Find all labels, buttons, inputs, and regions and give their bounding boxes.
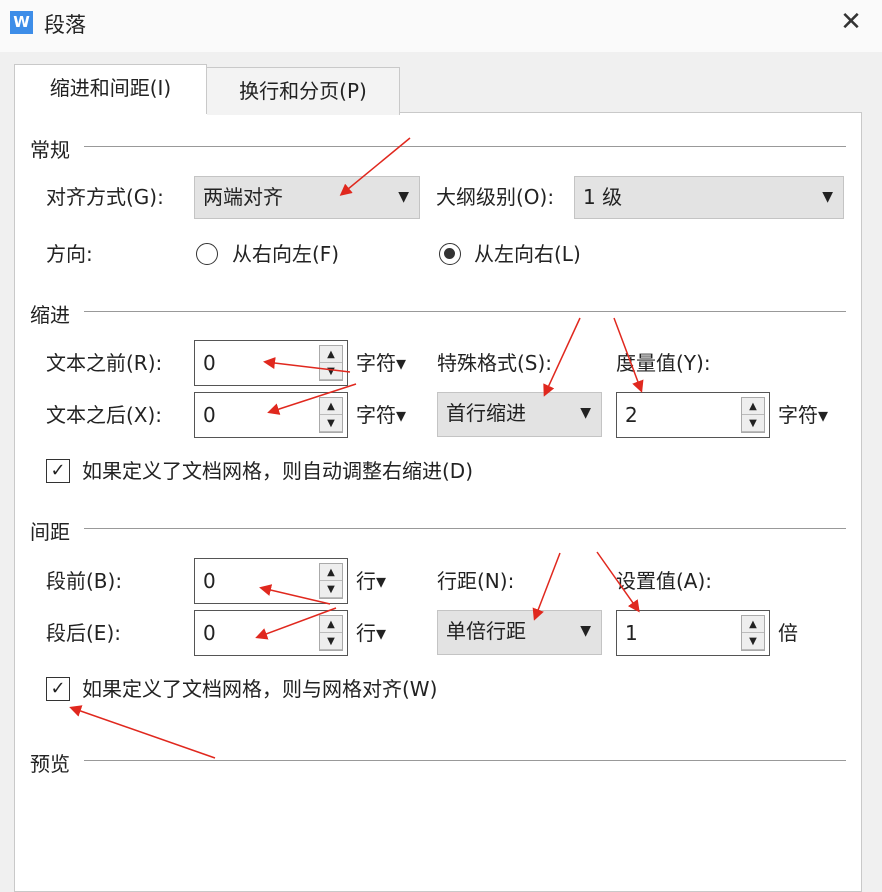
- outline-level-select[interactable]: 1 级 ▼: [574, 176, 844, 219]
- space-before-label: 段前(B):: [46, 569, 122, 593]
- alignment-label: 对齐方式(G):: [46, 185, 164, 209]
- stepper[interactable]: ▲▼: [319, 397, 343, 433]
- section-preview: 预览: [30, 748, 70, 777]
- close-button[interactable]: ✕: [836, 6, 866, 38]
- measure-input[interactable]: 2 ▲▼: [616, 392, 770, 438]
- tab-indent-spacing[interactable]: 缩进和间距(I): [14, 64, 207, 114]
- set-value-input[interactable]: 1 ▲▼: [616, 610, 770, 656]
- special-format-value: 首行缩进: [446, 401, 526, 425]
- indent-before-label: 文本之前(R):: [46, 351, 162, 375]
- space-after-unit[interactable]: 行▾: [356, 621, 386, 645]
- chevron-down-icon: ▼: [822, 177, 833, 218]
- section-indent: 缩进: [30, 299, 70, 328]
- line-spacing-select[interactable]: 单倍行距 ▼: [437, 610, 602, 655]
- chevron-down-icon: ▼: [398, 177, 409, 218]
- set-value-unit: 倍: [778, 621, 798, 645]
- divider: [84, 760, 846, 761]
- down-arrow-icon[interactable]: ▼: [320, 633, 342, 650]
- indent-after-value: 0: [203, 403, 216, 427]
- space-after-value: 0: [203, 621, 216, 645]
- rtl-label[interactable]: 从右向左(F): [232, 242, 339, 266]
- up-arrow-icon[interactable]: ▲: [320, 564, 342, 581]
- indent-after-input[interactable]: 0 ▲▼: [194, 392, 348, 438]
- alignment-select[interactable]: 两端对齐 ▼: [194, 176, 420, 219]
- measure-value: 2: [625, 403, 638, 427]
- down-arrow-icon[interactable]: ▼: [320, 581, 342, 598]
- divider: [84, 311, 846, 312]
- down-arrow-icon[interactable]: ▼: [742, 415, 764, 432]
- line-spacing-label: 行距(N):: [437, 569, 514, 593]
- indent-after-unit[interactable]: 字符▾: [356, 403, 406, 427]
- space-before-unit[interactable]: 行▾: [356, 569, 386, 593]
- down-arrow-icon[interactable]: ▼: [320, 415, 342, 432]
- indent-after-label: 文本之后(X):: [46, 403, 162, 427]
- alignment-value: 两端对齐: [203, 185, 283, 209]
- direction-label: 方向:: [46, 242, 93, 266]
- special-format-select[interactable]: 首行缩进 ▼: [437, 392, 602, 437]
- snap-to-grid-label[interactable]: 如果定义了文档网格，则与网格对齐(W): [82, 677, 437, 701]
- ltr-radio[interactable]: [439, 243, 461, 265]
- divider: [84, 528, 846, 529]
- space-after-input[interactable]: 0 ▲▼: [194, 610, 348, 656]
- section-general: 常规: [30, 134, 70, 163]
- tab-panel: [14, 112, 862, 892]
- indent-before-value: 0: [203, 351, 216, 375]
- wps-app-icon: W: [10, 11, 33, 34]
- special-format-label: 特殊格式(S):: [437, 351, 552, 375]
- down-arrow-icon[interactable]: ▼: [742, 633, 764, 650]
- section-spacing: 间距: [30, 516, 70, 545]
- rtl-radio[interactable]: [196, 243, 218, 265]
- chevron-down-icon: ▼: [580, 611, 591, 652]
- dialog-title: 段落: [44, 9, 86, 39]
- stepper[interactable]: ▲▼: [741, 397, 765, 433]
- chevron-down-icon: ▼: [580, 393, 591, 434]
- title-bar: [0, 0, 882, 52]
- up-arrow-icon[interactable]: ▲: [320, 616, 342, 633]
- set-value-value: 1: [625, 621, 638, 645]
- down-arrow-icon[interactable]: ▼: [320, 363, 342, 380]
- space-before-value: 0: [203, 569, 216, 593]
- auto-right-indent-label[interactable]: 如果定义了文档网格，则自动调整右缩进(D): [82, 459, 473, 483]
- stepper[interactable]: ▲▼: [319, 563, 343, 599]
- line-spacing-value: 单倍行距: [446, 619, 526, 643]
- tab-line-page-breaks[interactable]: 换行和分页(P): [207, 67, 400, 115]
- stepper[interactable]: ▲▼: [319, 615, 343, 651]
- outline-level-value: 1 级: [583, 185, 622, 209]
- measure-unit[interactable]: 字符▾: [778, 403, 828, 427]
- indent-before-unit[interactable]: 字符▾: [356, 351, 406, 375]
- space-after-label: 段后(E):: [46, 621, 121, 645]
- set-value-label: 设置值(A):: [616, 569, 712, 593]
- up-arrow-icon[interactable]: ▲: [320, 398, 342, 415]
- up-arrow-icon[interactable]: ▲: [742, 398, 764, 415]
- divider: [84, 146, 846, 147]
- up-arrow-icon[interactable]: ▲: [320, 346, 342, 363]
- stepper[interactable]: ▲▼: [319, 345, 343, 381]
- indent-before-input[interactable]: 0 ▲▼: [194, 340, 348, 386]
- outline-level-label: 大纲级别(O):: [436, 185, 554, 209]
- up-arrow-icon[interactable]: ▲: [742, 616, 764, 633]
- measure-label: 度量值(Y):: [616, 351, 711, 375]
- auto-right-indent-checkbox[interactable]: ✓: [46, 459, 70, 483]
- stepper[interactable]: ▲▼: [741, 615, 765, 651]
- space-before-input[interactable]: 0 ▲▼: [194, 558, 348, 604]
- ltr-label[interactable]: 从左向右(L): [474, 242, 581, 266]
- snap-to-grid-checkbox[interactable]: ✓: [46, 677, 70, 701]
